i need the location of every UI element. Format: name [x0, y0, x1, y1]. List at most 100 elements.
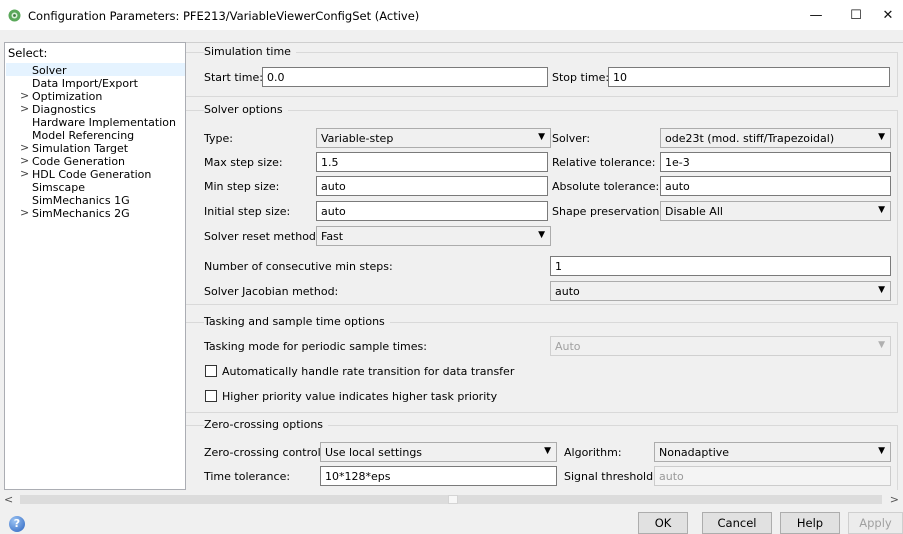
solver-reset-value: Fast: [321, 230, 344, 243]
chevron-down-icon: ▼: [878, 285, 885, 295]
tree-item-diagnostics[interactable]: > Diagnostics: [20, 102, 96, 116]
tree-item-simulation-target[interactable]: > Simulation Target: [20, 141, 129, 155]
chevron-down-icon: ▼: [544, 446, 551, 456]
expand-chevron-icon[interactable]: >: [20, 154, 29, 167]
auto-rate-transition-label: Automatically handle rate transition for…: [222, 365, 515, 378]
absolute-tolerance-label: Absolute tolerance:: [552, 180, 660, 193]
cancel-button[interactable]: Cancel: [702, 512, 772, 534]
tree-item-label: SimMechanics 2G: [32, 207, 130, 220]
shape-preservation-dropdown[interactable]: Disable All ▼: [660, 201, 891, 221]
consecutive-min-steps-field[interactable]: 1: [550, 256, 891, 276]
minimize-button[interactable]: —: [794, 0, 838, 31]
shape-preservation-value: Disable All: [665, 205, 723, 218]
type-label: Type:: [204, 132, 233, 145]
tree-item-simscape[interactable]: Simscape: [32, 181, 85, 194]
expand-chevron-icon[interactable]: >: [20, 102, 29, 115]
zero-crossing-control-value: Use local settings: [325, 446, 423, 459]
zero-crossing-control-label: Zero-crossing control:: [204, 446, 325, 459]
signal-threshold-field[interactable]: auto: [654, 466, 891, 486]
max-step-label: Max step size:: [204, 156, 283, 169]
start-time-field[interactable]: 0.0: [262, 67, 548, 87]
title-bar: Configuration Parameters: PFE213/Variabl…: [0, 0, 903, 31]
auto-rate-transition-checkbox[interactable]: [205, 365, 217, 377]
zero-crossing-title: Zero-crossing options: [204, 418, 329, 431]
expand-chevron-icon[interactable]: >: [20, 141, 29, 154]
min-step-field[interactable]: auto: [316, 176, 548, 196]
tree-item-simmechanics-1g[interactable]: SimMechanics 1G: [32, 194, 130, 207]
tree-item-hdl-code-generation[interactable]: > HDL Code Generation: [20, 167, 152, 181]
jacobian-method-dropdown[interactable]: auto ▼: [550, 281, 891, 301]
expand-chevron-icon[interactable]: >: [20, 206, 29, 219]
solver-settings-pane: Simulation time Start time: 0.0 Stop tim…: [186, 42, 903, 490]
tree-item-label: Simscape: [32, 181, 86, 194]
window-title: Configuration Parameters: PFE213/Variabl…: [28, 9, 420, 23]
jacobian-method-value: auto: [555, 285, 580, 298]
tree-item-data-import-export[interactable]: Data Import/Export: [32, 77, 138, 90]
max-step-field[interactable]: 1.5: [316, 152, 548, 172]
solver-options-title: Solver options: [204, 103, 288, 116]
apply-button[interactable]: Apply: [848, 512, 903, 534]
expand-chevron-icon[interactable]: >: [20, 89, 29, 102]
maximize-button[interactable]: ☐: [834, 0, 878, 31]
signal-threshold-label: Signal threshold:: [564, 470, 657, 483]
chevron-down-icon: ▼: [538, 230, 545, 240]
config-parameters-window: Configuration Parameters: PFE213/Variabl…: [0, 0, 903, 534]
scroll-right-arrow-icon[interactable]: >: [890, 493, 899, 506]
close-button[interactable]: ✕: [873, 0, 903, 31]
chevron-down-icon: ▼: [878, 340, 885, 350]
solver-reset-dropdown[interactable]: Fast ▼: [316, 226, 551, 246]
relative-tolerance-label: Relative tolerance:: [552, 156, 656, 169]
tree-item-label: Data Import/Export: [32, 77, 138, 90]
higher-priority-label: Higher priority value indicates higher t…: [222, 390, 498, 403]
start-time-label: Start time:: [204, 71, 263, 84]
tasking-mode-dropdown[interactable]: Auto ▼: [550, 336, 891, 356]
tree-item-model-referencing[interactable]: Model Referencing: [32, 129, 134, 142]
help-question-icon[interactable]: ?: [9, 516, 25, 532]
tree-item-optimization[interactable]: > Optimization: [20, 89, 102, 103]
time-tolerance-field[interactable]: 10*128*eps: [320, 466, 557, 486]
chevron-down-icon: ▼: [878, 446, 885, 456]
absolute-tolerance-field[interactable]: auto: [660, 176, 891, 196]
min-step-label: Min step size:: [204, 180, 280, 193]
tree-item-label: SimMechanics 1G: [32, 194, 130, 207]
type-dropdown-value: Variable-step: [321, 132, 394, 145]
higher-priority-checkbox[interactable]: [205, 390, 217, 402]
tree-item-label: HDL Code Generation: [32, 168, 152, 181]
algorithm-value: Nonadaptive: [659, 446, 730, 459]
tree-item-label: Solver: [32, 64, 67, 77]
chevron-down-icon: ▼: [538, 132, 545, 142]
time-tolerance-label: Time tolerance:: [204, 470, 291, 483]
initial-step-label: Initial step size:: [204, 205, 291, 218]
ok-button[interactable]: OK: [638, 512, 688, 534]
chevron-down-icon: ▼: [878, 132, 885, 142]
type-dropdown[interactable]: Variable-step ▼: [316, 128, 551, 148]
help-button[interactable]: Help: [780, 512, 840, 534]
algorithm-dropdown[interactable]: Nonadaptive ▼: [654, 442, 891, 462]
tasking-mode-label: Tasking mode for periodic sample times:: [204, 340, 427, 353]
tree-item-hardware-implementation[interactable]: Hardware Implementation: [32, 116, 176, 129]
tree-item-label: Model Referencing: [32, 129, 135, 142]
solver-label: Solver:: [552, 132, 591, 145]
consecutive-min-steps-label: Number of consecutive min steps:: [204, 260, 393, 273]
relative-tolerance-field[interactable]: 1e-3: [660, 152, 891, 172]
scroll-track[interactable]: [20, 495, 882, 504]
scroll-left-arrow-icon[interactable]: <: [4, 493, 13, 506]
tree-item-code-generation[interactable]: > Code Generation: [20, 154, 125, 168]
stop-time-field[interactable]: 10: [608, 67, 890, 87]
solver-dropdown[interactable]: ode23t (mod. stiff/Trapezoidal) ▼: [660, 128, 891, 148]
tree-item-simmechanics-2g[interactable]: > SimMechanics 2G: [20, 206, 130, 220]
scroll-thumb[interactable]: [448, 495, 458, 504]
tree-item-solver[interactable]: Solver: [32, 64, 67, 77]
select-label: Select:: [8, 46, 48, 60]
expand-chevron-icon[interactable]: >: [20, 167, 29, 180]
tree-item-label: Hardware Implementation: [32, 116, 176, 129]
algorithm-label: Algorithm:: [564, 446, 622, 459]
horizontal-scrollbar[interactable]: < >: [0, 491, 903, 508]
tasking-title: Tasking and sample time options: [204, 315, 390, 328]
tasking-mode-value: Auto: [555, 340, 581, 353]
initial-step-field[interactable]: auto: [316, 201, 548, 221]
zero-crossing-control-dropdown[interactable]: Use local settings ▼: [320, 442, 557, 462]
matlab-config-icon: [8, 9, 21, 22]
solver-dropdown-value: ode23t (mod. stiff/Trapezoidal): [665, 132, 835, 145]
tree-item-label: Simulation Target: [32, 142, 129, 155]
